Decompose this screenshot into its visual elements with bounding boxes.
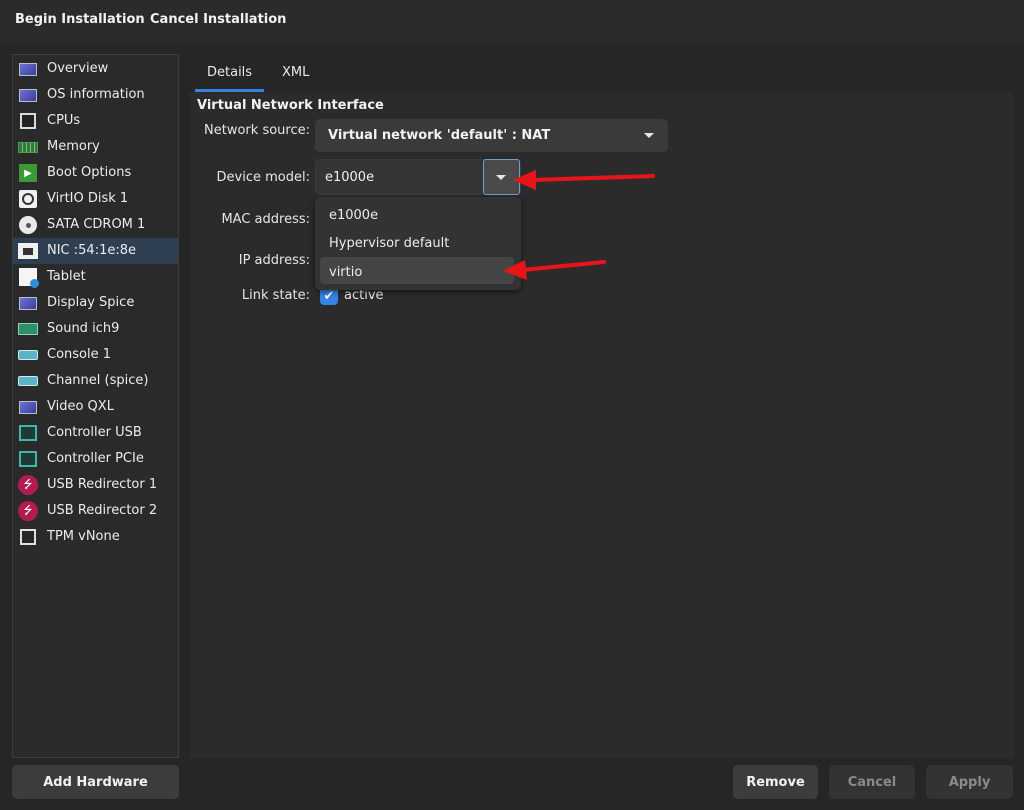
device-model-dropdown-list: e1000e Hypervisor default virtio bbox=[315, 197, 521, 290]
sidebar-item-usb-redirector-1[interactable]: ⭍ USB Redirector 1 bbox=[13, 472, 178, 498]
sidebar-item-os-information[interactable]: OS information bbox=[13, 82, 178, 108]
hardware-sidebar: Overview OS information CPUs Memory ▶ Bo… bbox=[12, 54, 179, 758]
sidebar-item-controller-usb[interactable]: Controller USB bbox=[13, 420, 178, 446]
network-source-select[interactable]: Virtual network 'default' : NAT bbox=[315, 119, 668, 152]
network-source-value: Virtual network 'default' : NAT bbox=[328, 128, 551, 143]
sidebar-item-label: Console 1 bbox=[47, 347, 112, 362]
device-model-value: e1000e bbox=[325, 170, 375, 185]
sidebar-item-overview[interactable]: Overview bbox=[13, 56, 178, 82]
sidebar-item-console-1[interactable]: Console 1 bbox=[13, 342, 178, 368]
link-state-label: Link state: bbox=[241, 288, 310, 303]
sidebar-item-label: USB Redirector 2 bbox=[47, 503, 158, 518]
monitor-icon bbox=[18, 59, 38, 79]
tab-bar: Details XML bbox=[190, 54, 1014, 92]
tab-xml[interactable]: XML bbox=[270, 54, 321, 92]
tab-details[interactable]: Details bbox=[195, 54, 265, 92]
link-state-value: active bbox=[344, 288, 384, 303]
cpu-icon bbox=[18, 111, 38, 131]
dropdown-option-hypervisor-default[interactable]: Hypervisor default bbox=[320, 228, 514, 255]
tablet-icon bbox=[18, 267, 39, 288]
dropdown-option-virtio[interactable]: virtio bbox=[320, 257, 514, 284]
details-area: Details XML Virtual Network Interface Ne… bbox=[190, 54, 1014, 758]
apply-button[interactable]: Apply bbox=[926, 765, 1013, 799]
sidebar-item-tablet[interactable]: Tablet bbox=[13, 264, 178, 290]
remove-button[interactable]: Remove bbox=[733, 765, 818, 799]
video-icon bbox=[18, 397, 38, 417]
cancel-button[interactable]: Cancel bbox=[829, 765, 915, 799]
serial-icon bbox=[18, 345, 38, 365]
sidebar-item-label: Display Spice bbox=[47, 295, 135, 310]
chevron-down-icon bbox=[644, 133, 654, 138]
serial-icon bbox=[18, 371, 38, 391]
controller-icon bbox=[18, 449, 38, 469]
sidebar-item-video-qxl[interactable]: Video QXL bbox=[13, 394, 178, 420]
cancel-installation-button[interactable]: Cancel Installation bbox=[150, 12, 286, 27]
sidebar-item-label: Controller USB bbox=[47, 425, 142, 440]
sidebar-item-cpus[interactable]: CPUs bbox=[13, 108, 178, 134]
sidebar-item-label: Video QXL bbox=[47, 399, 114, 414]
sidebar-item-boot-options[interactable]: ▶ Boot Options bbox=[13, 160, 178, 186]
sidebar-item-label: Overview bbox=[47, 61, 109, 76]
section-title: Virtual Network Interface bbox=[197, 98, 384, 113]
top-toolbar: Begin Installation Cancel Installation bbox=[0, 0, 1024, 44]
mac-address-label: MAC address: bbox=[221, 212, 310, 227]
sidebar-item-label: Boot Options bbox=[47, 165, 132, 180]
sidebar-item-display-spice[interactable]: Display Spice bbox=[13, 290, 178, 316]
add-hardware-button[interactable]: Add Hardware bbox=[12, 765, 179, 799]
sidebar-item-label: VirtIO Disk 1 bbox=[47, 191, 129, 206]
sidebar-item-label: USB Redirector 1 bbox=[47, 477, 158, 492]
sidebar-item-label: Channel (spice) bbox=[47, 373, 149, 388]
memory-icon bbox=[18, 137, 38, 157]
sidebar-item-virtio-disk-1[interactable]: VirtIO Disk 1 bbox=[13, 186, 178, 212]
sidebar-item-label: Sound ich9 bbox=[47, 321, 120, 336]
sidebar-item-label: Memory bbox=[47, 139, 100, 154]
sidebar-item-memory[interactable]: Memory bbox=[13, 134, 178, 160]
sidebar-item-sound-ich9[interactable]: Sound ich9 bbox=[13, 316, 178, 342]
device-model-combo[interactable]: e1000e bbox=[315, 159, 521, 195]
cdrom-icon bbox=[18, 215, 38, 235]
disk-icon bbox=[18, 189, 38, 209]
usb-icon: ⭍ bbox=[18, 475, 38, 495]
begin-installation-button[interactable]: Begin Installation bbox=[15, 12, 145, 27]
sidebar-item-usb-redirector-2[interactable]: ⭍ USB Redirector 2 bbox=[13, 498, 178, 524]
sidebar-item-nic[interactable]: NIC :54:1e:8e bbox=[13, 238, 178, 264]
sidebar-item-label: CPUs bbox=[47, 113, 81, 128]
chevron-down-icon bbox=[496, 175, 506, 180]
sidebar-item-label: OS information bbox=[47, 87, 145, 102]
boot-icon: ▶ bbox=[18, 163, 38, 183]
annotation-arrow-device-model bbox=[513, 170, 655, 190]
controller-icon bbox=[18, 423, 38, 443]
nic-icon bbox=[18, 241, 38, 261]
annotation-arrow-virtio bbox=[503, 260, 606, 280]
sidebar-item-label: Tablet bbox=[47, 269, 86, 284]
sidebar-item-label: TPM vNone bbox=[47, 529, 120, 544]
sidebar-item-channel-spice[interactable]: Channel (spice) bbox=[13, 368, 178, 394]
monitor-icon bbox=[18, 85, 38, 105]
sidebar-item-label: SATA CDROM 1 bbox=[47, 217, 146, 232]
ip-address-label: IP address: bbox=[238, 253, 310, 268]
sidebar-item-tpm-vnone[interactable]: TPM vNone bbox=[13, 524, 178, 550]
display-icon bbox=[18, 293, 38, 313]
device-model-label: Device model: bbox=[216, 170, 310, 185]
sidebar-item-label: NIC :54:1e:8e bbox=[47, 243, 136, 258]
usb-icon: ⭍ bbox=[18, 501, 38, 521]
tpm-icon bbox=[18, 527, 38, 547]
sidebar-item-controller-pcie[interactable]: Controller PCIe bbox=[13, 446, 178, 472]
sound-icon bbox=[18, 319, 38, 339]
sidebar-item-sata-cdrom-1[interactable]: SATA CDROM 1 bbox=[13, 212, 178, 238]
network-source-label: Network source: bbox=[204, 123, 310, 138]
dropdown-option-e1000e[interactable]: e1000e bbox=[320, 200, 514, 227]
sidebar-item-label: Controller PCIe bbox=[47, 451, 144, 466]
checkmark-icon: ✔ bbox=[323, 288, 335, 304]
